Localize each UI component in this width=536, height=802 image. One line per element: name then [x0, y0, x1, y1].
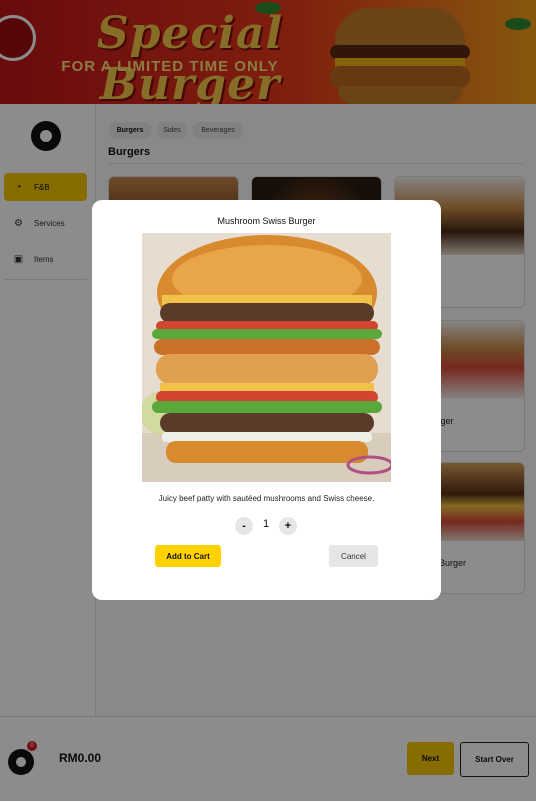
cancel-button[interactable]: Cancel: [329, 545, 378, 567]
burger-illustration: [142, 233, 391, 482]
modal-product-image: [142, 233, 391, 482]
modal-description: Juicy beef patty with sautéed mushrooms …: [158, 494, 375, 503]
product-modal: Mushroom Swiss Burger Juicy beef patty w…: [92, 200, 441, 600]
modal-title: Mushroom Swiss Burger: [217, 216, 316, 226]
quantity-value: 1: [262, 518, 270, 530]
add-to-cart-button[interactable]: Add to Cart: [155, 545, 221, 567]
quantity-decrement-button[interactable]: -: [235, 517, 253, 535]
quantity-increment-button[interactable]: +: [279, 517, 297, 535]
